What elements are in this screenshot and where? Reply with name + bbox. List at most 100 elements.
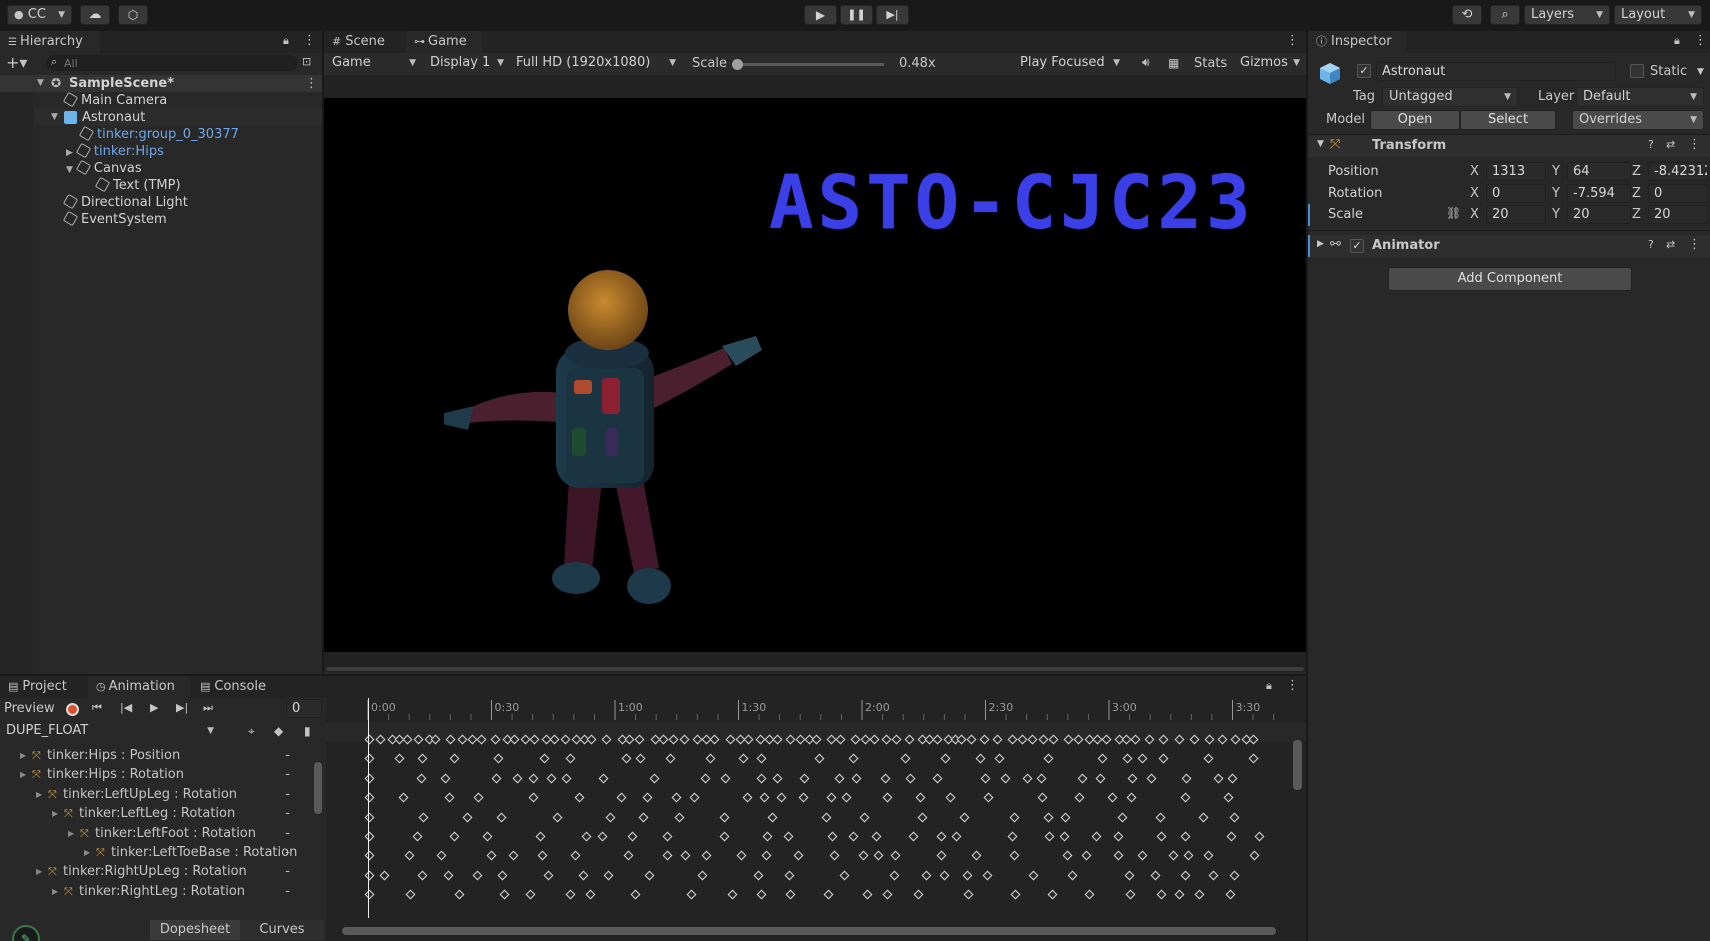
keyframe[interactable] (1010, 889, 1021, 900)
keyframe[interactable] (364, 753, 375, 764)
keyframe[interactable] (1117, 812, 1128, 823)
keyframe[interactable] (565, 889, 576, 900)
keyframe[interactable] (412, 831, 423, 842)
keyframe[interactable] (1068, 870, 1078, 881)
tree-item-canvas[interactable]: ▼ Canvas (66, 159, 142, 177)
playhead[interactable] (368, 698, 369, 918)
expand-arrow-icon[interactable]: ▶ (36, 862, 42, 881)
first-keyframe-icon[interactable]: ⏮ (92, 701, 102, 715)
keyframe[interactable] (725, 734, 735, 745)
position-y-field[interactable]: 64 (1567, 162, 1631, 181)
keyframe[interactable] (1126, 792, 1137, 803)
add-event-icon[interactable]: ▮ (304, 724, 311, 738)
keyframe[interactable] (1063, 734, 1074, 745)
tab-inspector[interactable]: ⓘ Inspector (1308, 31, 1406, 53)
keyframe[interactable] (761, 850, 772, 861)
keyframe[interactable] (889, 870, 900, 881)
collab-button[interactable]: ⬡ (118, 5, 148, 25)
search-button[interactable]: ⌕ (1490, 5, 1520, 25)
keyframe[interactable] (539, 753, 550, 764)
keyframe[interactable] (1127, 773, 1138, 784)
keyframe[interactable] (535, 831, 546, 842)
tab-project[interactable]: ▤ Project (0, 676, 88, 698)
keyframe[interactable] (444, 792, 455, 803)
keyframe[interactable] (799, 792, 809, 803)
keyframe[interactable] (753, 870, 764, 881)
keyframe[interactable] (680, 850, 691, 861)
keyframe[interactable] (823, 889, 834, 900)
keyframe[interactable] (621, 753, 632, 764)
keyframe[interactable] (476, 734, 487, 745)
remove-property-icon[interactable]: - (285, 785, 290, 804)
keyframe[interactable] (1204, 734, 1215, 745)
kebab-menu-icon[interactable]: ⋮ (1688, 137, 1701, 152)
keyframe[interactable] (762, 831, 773, 842)
keyframe[interactable] (727, 889, 738, 900)
keyframe[interactable] (882, 889, 892, 900)
keyframe[interactable] (1122, 753, 1133, 764)
keyframe[interactable] (783, 831, 794, 842)
keyframe[interactable] (881, 734, 892, 745)
keyframe[interactable] (841, 792, 852, 803)
expand-arrow-icon[interactable]: ▶ (20, 746, 26, 765)
add-component-button[interactable]: Add Component (1388, 267, 1632, 291)
keyframe[interactable] (873, 850, 884, 861)
help-icon[interactable]: ? (1648, 238, 1654, 251)
remove-property-icon[interactable]: - (285, 746, 290, 765)
kebab-menu-icon[interactable]: ⋮ (303, 33, 316, 48)
keyframe[interactable] (1081, 850, 1092, 861)
keyframe[interactable] (560, 734, 571, 745)
scale-slider-thumb[interactable] (732, 59, 743, 70)
animation-property-row[interactable]: ▶ ⤧ tinker:LeftUpLeg : Rotation - (0, 785, 312, 804)
keyframe[interactable] (979, 734, 990, 745)
keyframe[interactable] (835, 734, 846, 745)
play-button[interactable]: ▶ (804, 5, 837, 25)
remove-property-icon[interactable]: - (285, 824, 290, 843)
grid-icon[interactable]: ▦ (1168, 56, 1179, 70)
keyframe[interactable] (1101, 734, 1112, 745)
keyframe[interactable] (581, 831, 592, 842)
keyframe[interactable] (405, 889, 416, 900)
keyframe[interactable] (848, 753, 859, 764)
keyframe[interactable] (457, 734, 468, 745)
expand-arrow-icon[interactable]: ▶ (52, 804, 58, 823)
keyframe[interactable] (1146, 773, 1156, 784)
keyframe[interactable] (851, 773, 862, 784)
keyframe[interactable] (689, 792, 700, 803)
keyframe[interactable] (627, 831, 638, 842)
keyframe[interactable] (394, 753, 405, 764)
open-button[interactable]: Open (1370, 110, 1460, 130)
keyframe[interactable] (908, 831, 919, 842)
keyframe[interactable] (994, 753, 1005, 764)
keyframe[interactable] (1043, 812, 1054, 823)
keyframe[interactable] (379, 870, 390, 881)
keyframe[interactable] (1077, 773, 1088, 784)
keyframe[interactable] (598, 773, 609, 784)
kebab-menu-icon[interactable]: ⋮ (1286, 33, 1299, 48)
keyframe[interactable] (1227, 773, 1238, 784)
keyframe[interactable] (1009, 812, 1020, 823)
keyframe[interactable] (1180, 792, 1191, 803)
animation-property-row[interactable]: ▶ ⤧ tinker:LeftFoot : Rotation - (0, 824, 312, 843)
keyframe-grid[interactable] (326, 734, 1294, 920)
keyframe[interactable] (570, 850, 581, 861)
keyframe[interactable] (473, 792, 484, 803)
keyframe[interactable] (814, 753, 825, 764)
dopesheet-area[interactable]: 0:00 0:30 1:00 1:30 2:00 2:30 3:00 3:30 (326, 698, 1306, 941)
keyframe[interactable] (799, 773, 809, 784)
keyframe[interactable] (497, 870, 507, 881)
position-z-field[interactable]: -8.42312 (1648, 162, 1708, 181)
keyframe[interactable] (756, 753, 767, 764)
keyframe[interactable] (834, 773, 845, 784)
last-keyframe-icon[interactable]: ⏭ (203, 701, 213, 715)
keyframe[interactable] (1027, 734, 1038, 745)
keyframe[interactable] (537, 850, 548, 861)
lock-icon[interactable]: 🔒︎ (283, 34, 289, 48)
keyframe[interactable] (416, 773, 427, 784)
keyframe[interactable] (719, 831, 730, 842)
keyframe[interactable] (616, 792, 627, 803)
kebab-menu-icon[interactable]: ⋮ (305, 75, 318, 92)
keyframe[interactable] (1249, 850, 1260, 861)
keyframe[interactable] (982, 870, 993, 881)
keyframe[interactable] (1022, 773, 1033, 784)
